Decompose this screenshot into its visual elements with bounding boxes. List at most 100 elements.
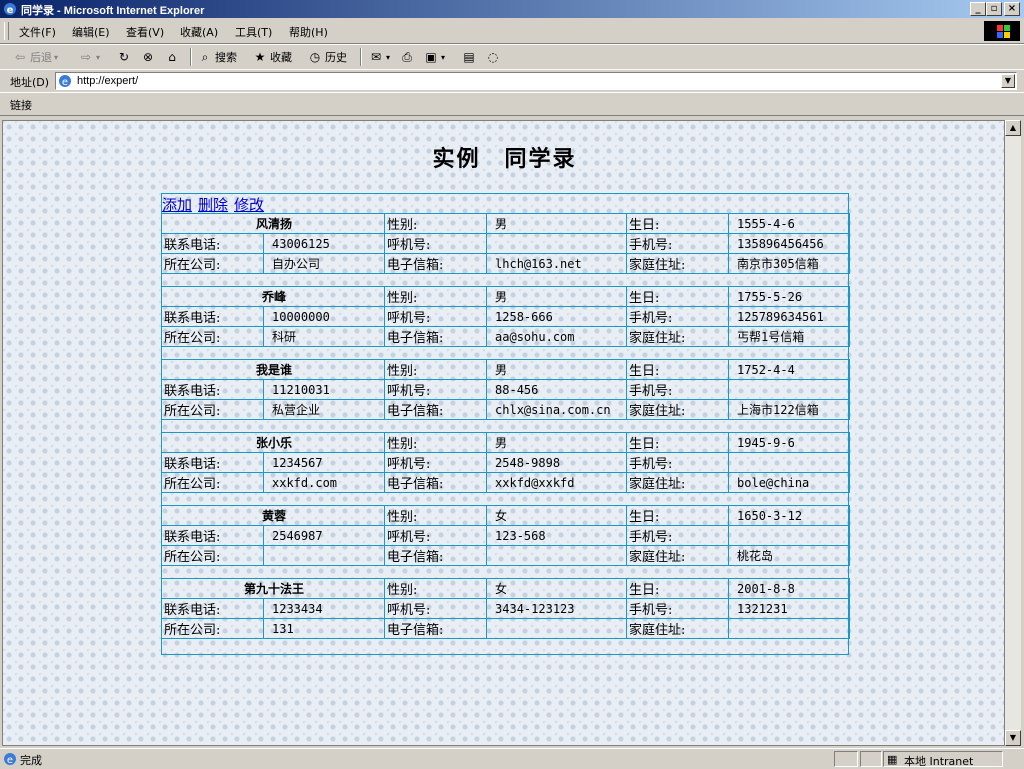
email-value: lhch@163.net — [486, 253, 628, 274]
action-links: 添加 删除 修改 — [161, 193, 849, 214]
gender-label: 性别: — [384, 359, 488, 380]
email-value: aa@sohu.com — [486, 326, 628, 347]
gender-value: 男 — [486, 359, 628, 380]
home-button[interactable]: ⌂ — [164, 49, 180, 65]
mobile-value — [728, 452, 851, 473]
birthday-value: 2001-8-8 — [728, 578, 851, 599]
student-record: 张小乐 性别: 男生日: 1945-9-6 联系电话: 1234567 呼机号: 2548-9… — [160, 432, 851, 497]
record-table: 乔峰 性别: 男生日: 1755-5-26 联系电话: 10000000 呼机号: 1258-… — [160, 286, 851, 347]
address-input[interactable]: e http://expert/ ▼ — [55, 72, 1017, 90]
record-row: 联系电话: 1233434 呼机号: 3434-123123 手机号: 1321231 — [161, 598, 851, 619]
pager-value: 123-568 — [486, 525, 628, 546]
company-label: 所在公司: — [161, 545, 264, 566]
scroll-up-button[interactable]: ▲ — [1005, 120, 1021, 136]
gender-value: 男 — [486, 286, 628, 307]
phone-label: 联系电话: — [161, 379, 264, 400]
chevron-down-icon: ▾ — [96, 52, 101, 62]
home-value: 南京市305信箱 — [728, 253, 851, 274]
student-name: 我是谁 — [160, 359, 386, 380]
svg-text:e: e — [62, 77, 68, 88]
back-label: 后退 — [30, 51, 52, 64]
student-record: 乔峰 性别: 男生日: 1755-5-26 联系电话: 10000000 呼机号: 1258-… — [160, 286, 851, 351]
record-row: 风清扬 性别: 男生日: 1555-4-6 — [160, 213, 851, 234]
discuss-button[interactable]: ▤ — [461, 49, 477, 65]
minimize-button[interactable]: _ — [970, 2, 986, 16]
mobile-value: 125789634561 — [728, 306, 851, 327]
home-value — [728, 618, 851, 639]
pager-label: 呼机号: — [384, 525, 488, 546]
close-button[interactable]: × — [1004, 2, 1020, 16]
mail-button[interactable]: ✉ ▾ — [368, 49, 390, 65]
pager-label: 呼机号: — [384, 233, 488, 254]
delete-link[interactable]: 删除 — [198, 196, 228, 214]
record-row: 我是谁 性别: 男生日: 1752-4-4 — [160, 359, 851, 380]
stop-button[interactable]: ⊗ — [140, 49, 156, 65]
menu-help[interactable]: 帮助(H) — [289, 24, 328, 40]
birthday-value: 1755-5-26 — [728, 286, 851, 307]
phone-label: 联系电话: — [161, 452, 264, 473]
birthday-label: 生日: — [626, 213, 730, 234]
chevron-down-icon: ▾ — [386, 52, 391, 62]
forward-arrow-icon: ⇨ — [80, 50, 92, 64]
chat-bubble-icon: ◌ — [487, 50, 499, 64]
mobile-label: 手机号: — [626, 598, 730, 619]
history-button[interactable]: ◷ 历史 — [307, 49, 347, 65]
status-pane — [834, 751, 858, 767]
gender-value: 女 — [486, 578, 628, 599]
birthday-label: 生日: — [626, 286, 730, 307]
scroll-down-button[interactable]: ▼ — [1005, 730, 1021, 746]
student-record: 风清扬 性别: 男生日: 1555-4-6 联系电话: 43006125 呼机号: 手机号: 1… — [160, 213, 851, 278]
mobile-label: 手机号: — [626, 452, 730, 473]
mobile-value — [728, 379, 851, 400]
menu-tools[interactable]: 工具(T) — [235, 24, 272, 40]
company-label: 所在公司: — [161, 618, 264, 639]
email-label: 电子信箱: — [384, 618, 488, 639]
menu-edit[interactable]: 编辑(E) — [72, 24, 110, 40]
links-label[interactable]: 链接 — [10, 97, 32, 113]
email-value — [486, 618, 628, 639]
phone-value: 11210031 — [262, 379, 386, 400]
page-content: 实例 同学录 添加 删除 修改 风清扬 性别: 男生日: 1555-4-6 联系电话: 430… — [2, 120, 1005, 746]
refresh-button[interactable]: ↻ — [116, 49, 132, 65]
birthday-label: 生日: — [626, 578, 730, 599]
record-row: 第九十法王 性别: 女生日: 2001-8-8 — [160, 578, 851, 599]
record-table: 我是谁 性别: 男生日: 1752-4-4 联系电话: 11210031 呼机号: 88-45… — [160, 359, 851, 420]
company-label: 所在公司: — [161, 472, 264, 493]
phone-value: 43006125 — [262, 233, 386, 254]
birthday-value: 1555-4-6 — [728, 213, 851, 234]
document-icon: ▤ — [463, 50, 475, 64]
print-button[interactable]: ⎙ — [399, 49, 415, 65]
record-row: 联系电话: 1234567 呼机号: 2548-9898 手机号: — [161, 452, 851, 473]
student-record: 我是谁 性别: 男生日: 1752-4-4 联系电话: 11210031 呼机号: 88-45… — [160, 359, 851, 424]
student-name: 风清扬 — [160, 213, 386, 234]
edit-button[interactable]: ▣ ▾ — [423, 49, 445, 65]
record-row: 黄蓉 性别: 女生日: 1650-3-12 — [160, 505, 851, 526]
pager-label: 呼机号: — [384, 598, 488, 619]
history-icon: ◷ — [309, 50, 321, 64]
favorites-button[interactable]: ★ 收藏 — [252, 49, 292, 65]
student-record: 黄蓉 性别: 女生日: 1650-3-12 联系电话: 2546987 呼机号: 123-56… — [160, 505, 851, 570]
windows-logo — [984, 21, 1020, 41]
stop-icon: ⊗ — [142, 50, 154, 64]
title-bar: e 同学录 - Microsoft Internet Explorer _ ▫ … — [0, 0, 1024, 18]
menu-file[interactable]: 文件(F) — [19, 24, 56, 40]
restore-button[interactable]: ▫ — [986, 2, 1002, 16]
menu-view[interactable]: 查看(V) — [126, 24, 164, 40]
page-title: 实例 同学录 — [432, 146, 577, 172]
edit-link[interactable]: 修改 — [234, 196, 264, 214]
search-button[interactable]: ⌕ 搜索 — [197, 49, 237, 65]
add-link[interactable]: 添加 — [162, 196, 192, 214]
address-dropdown-button[interactable]: ▼ — [1001, 74, 1015, 88]
forward-button[interactable]: ⇨ ▾ — [78, 49, 100, 65]
student-name: 黄蓉 — [160, 505, 386, 526]
back-button[interactable]: ⇦ 后退 ▾ — [12, 49, 58, 65]
messenger-button[interactable]: ◌ — [485, 49, 501, 65]
birthday-label: 生日: — [626, 359, 730, 380]
chevron-down-icon: ▼ — [1004, 76, 1012, 85]
home-label: 家庭住址: — [626, 545, 730, 566]
email-label: 电子信箱: — [384, 399, 488, 420]
toolbar-separator — [360, 48, 362, 66]
chevron-down-icon: ▾ — [54, 52, 59, 62]
menu-favorites[interactable]: 收藏(A) — [180, 24, 218, 40]
vertical-scrollbar[interactable]: ▲ ▼ — [1005, 120, 1021, 746]
